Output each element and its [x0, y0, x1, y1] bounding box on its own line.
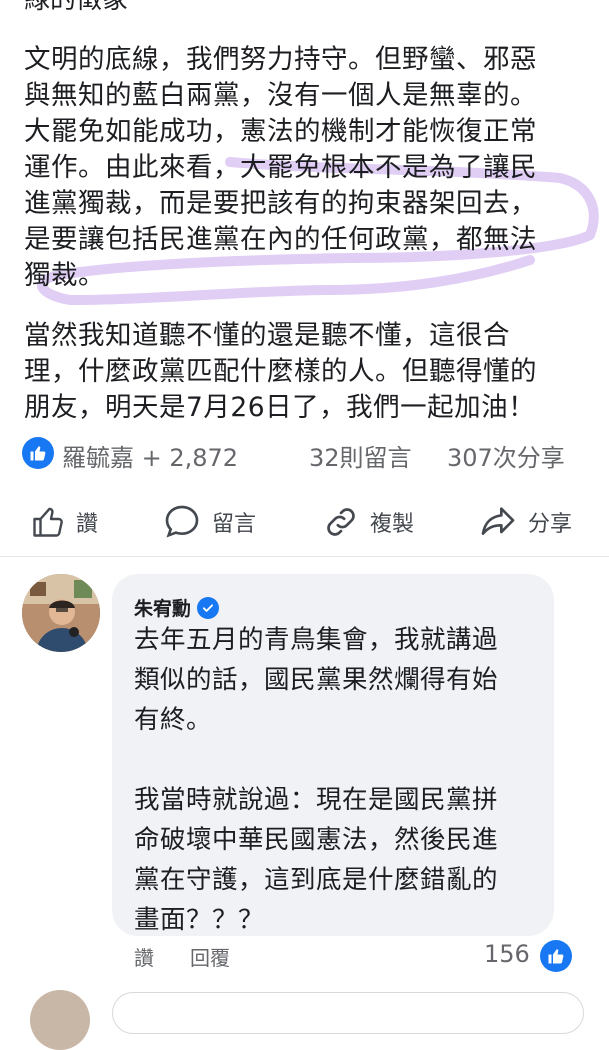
post-stats: 羅毓嘉 + 2,872 32則留言 307次分享 — [22, 436, 592, 472]
comment-reply-button[interactable]: 回覆 — [190, 942, 230, 971]
post-paragraph-2: 當然我知道聽不懂的還是聽不懂，這很合 理，什麼政黨匹配什麼樣的人。但聽得懂的 朋… — [24, 318, 537, 426]
post-line: 獨裁。 — [24, 260, 105, 291]
comment-line: 類似的話，國民黨果然爛得有始 — [134, 665, 499, 695]
truncated-text-line: 綠的徵象 — [24, 0, 129, 15]
post-action-bar: 讚 留言 複製 分享 — [0, 490, 609, 554]
comment-line: 畫面？？？ — [134, 905, 265, 935]
link-icon — [327, 508, 355, 536]
comment-button[interactable]: 留言 — [162, 490, 256, 554]
like-button[interactable]: 讚 — [30, 490, 98, 554]
thumbs-up-icon — [33, 507, 63, 537]
post-line: 進黨獨裁，而是要把該有的拘束器架回去， — [24, 188, 537, 219]
share-label: 分享 — [528, 512, 573, 537]
post-line: 理，什麼政黨匹配什麼樣的人。但聽得懂的 — [24, 356, 537, 387]
avatar[interactable] — [30, 990, 90, 1050]
comment-line: 有終。 — [134, 705, 213, 735]
post-line: 當然我知道聽不懂的還是聽不懂，這很合 — [24, 320, 510, 351]
comment-line: 黨在守護，這到底是什麼錯亂的 — [134, 865, 499, 895]
post-line: 大罷免如能成功，憲法的機制才能恢復正常 — [24, 116, 537, 147]
copy-link-button[interactable]: 複製 — [322, 490, 414, 554]
comment-line: 我當時就說過：現在是國民黨拼 — [134, 785, 499, 815]
comment-like-button[interactable]: 讚 — [134, 942, 154, 971]
comment-icon — [165, 505, 199, 538]
reactors-summary[interactable]: 羅毓嘉 + 2,872 — [62, 438, 238, 473]
post-line: 運作。由此來看，大罷免根本不是為了讓民 — [24, 152, 537, 183]
comment-bubble: 朱宥勳 去年五月的青鳥集會，我就講過 類似的話，國民黨果然爛得有始 有終。 我當… — [112, 574, 554, 936]
like-icon[interactable] — [540, 940, 572, 972]
comment-bubble — [112, 992, 584, 1034]
post-line: 文明的底線，我們努力持守。但野蠻、邪惡 — [24, 44, 537, 75]
post-line: 是要讓包括民進黨在內的任何政黨，都無法 — [24, 224, 537, 255]
copy-label: 複製 — [370, 512, 415, 537]
share-button[interactable]: 分享 — [478, 490, 572, 554]
post-line: 朋友，明天是7月26日了，我們一起加油！ — [24, 392, 536, 423]
author-name[interactable]: 朱宥勳 — [134, 594, 191, 621]
like-label: 讚 — [76, 512, 99, 537]
post-line: 與無知的藍白兩黨，沒有一個人是無辜的。 — [24, 80, 537, 111]
comment-reaction-count[interactable]: 156 — [484, 940, 530, 968]
post-paragraph-1: 文明的底線，我們努力持守。但野蠻、邪惡 與無知的藍白兩黨，沒有一個人是無辜的。 … — [24, 42, 537, 294]
comment-author[interactable]: 朱宥勳 — [134, 594, 220, 621]
share-count[interactable]: 307次分享 — [447, 438, 565, 473]
comment-line: 命破壞中華民國憲法，然後民進 — [134, 825, 499, 855]
verified-badge-icon — [197, 596, 220, 619]
comment-label: 留言 — [212, 512, 257, 537]
comment-count[interactable]: 32則留言 — [309, 438, 412, 473]
share-icon — [481, 507, 515, 535]
like-icon — [22, 437, 54, 469]
divider — [0, 556, 609, 557]
comment-text: 去年五月的青鳥集會，我就講過 類似的話，國民黨果然爛得有始 有終。 我當時就說過… — [134, 620, 498, 940]
avatar[interactable] — [22, 574, 100, 652]
comment-line: 去年五月的青鳥集會，我就講過 — [134, 625, 499, 655]
